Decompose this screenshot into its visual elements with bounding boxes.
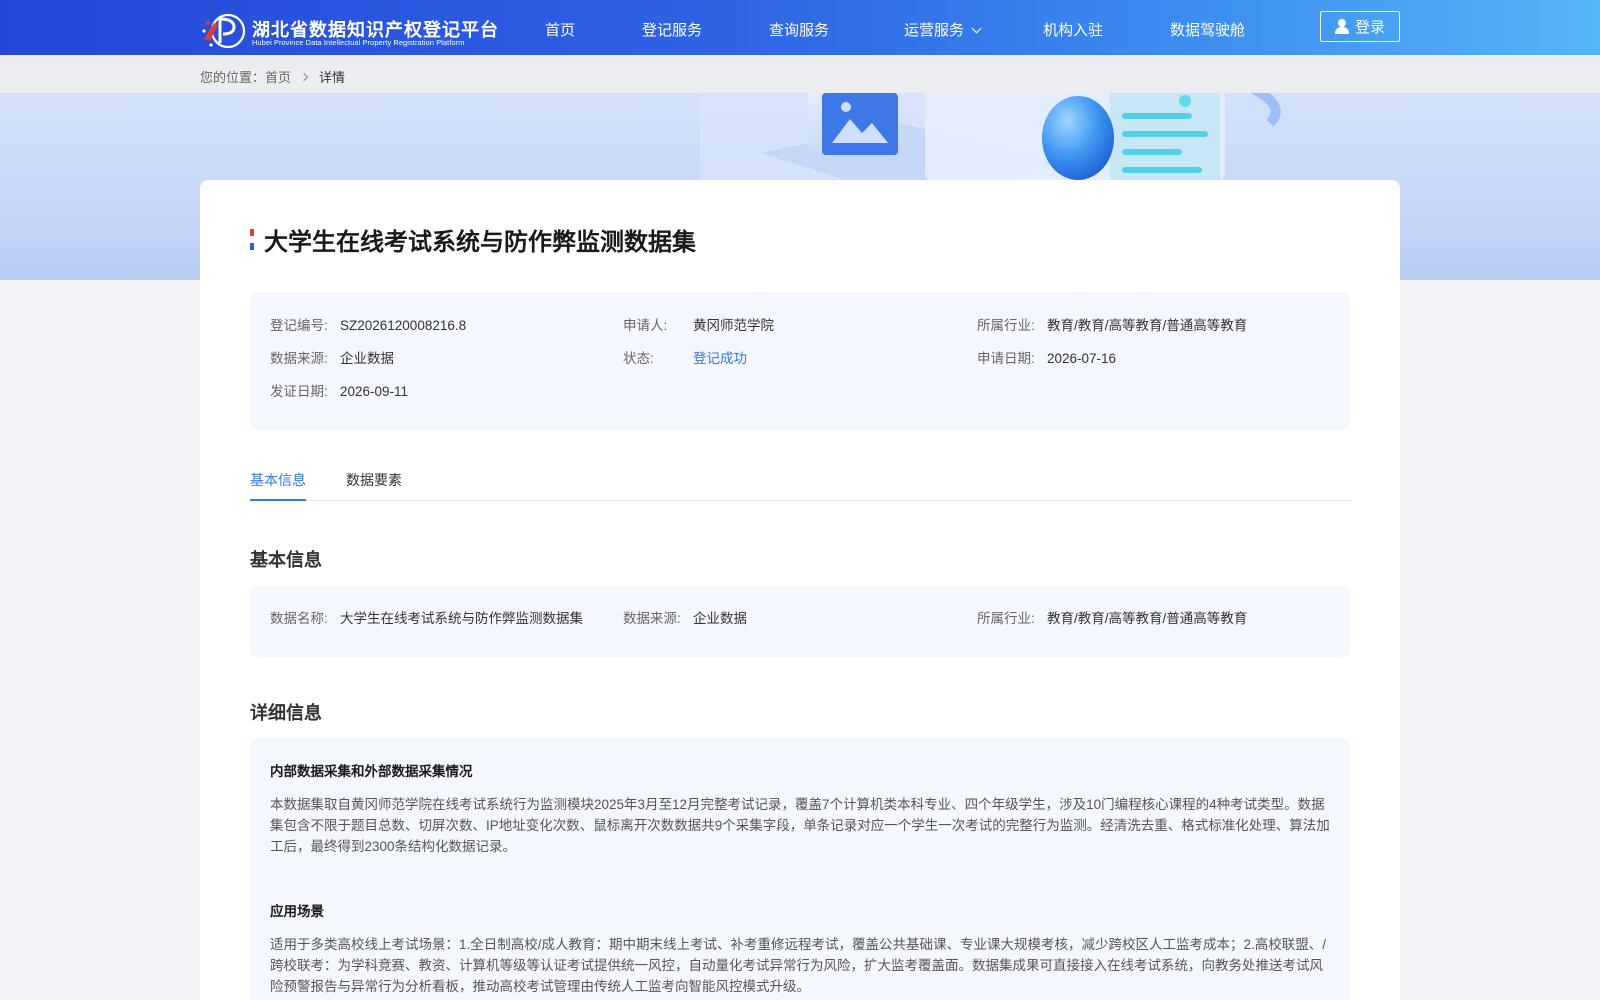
summary-box: 登记编号: SZ2026120008216.8 申请人: 黄冈师范学院 所属行业: 教… xyxy=(250,292,1350,430)
breadcrumb-current: 详情 xyxy=(319,70,346,85)
field-data-source: 数据来源: 企业数据 xyxy=(623,607,747,627)
field-source: 数据来源: 企业数据 xyxy=(270,347,394,367)
chevron-right-icon xyxy=(299,72,309,81)
nav-operation-service-label: 运营服务 xyxy=(904,22,965,39)
top-header: 湖北省数据知识产权登记平台 Hubei Province Data Intell… xyxy=(0,0,1600,55)
field-value: 教育/教育/高等教育/普通高等教育 xyxy=(1047,318,1248,333)
field-value: 黄冈师范学院 xyxy=(693,318,774,333)
field-label: 申请人: xyxy=(623,318,668,333)
field-label: 所属行业: xyxy=(977,318,1035,333)
breadcrumb-bar: 您的位置： 首页 详情 xyxy=(0,55,1600,93)
title-row: 大学生在线考试系统与防作弊监测数据集 xyxy=(250,222,696,257)
field-status: 状态: 登记成功 xyxy=(623,347,747,367)
field-reg-no: 登记编号: SZ2026120008216.8 xyxy=(270,314,466,334)
user-icon xyxy=(1334,19,1349,34)
field-value: 2026-07-16 xyxy=(1047,351,1117,366)
tab-data-elements[interactable]: 数据要素 xyxy=(346,470,402,501)
nav-data-cockpit[interactable]: 数据驾驶舱 xyxy=(1170,19,1245,40)
nav-operation-service[interactable]: 运营服务 xyxy=(904,19,982,40)
nav-home[interactable]: 首页 xyxy=(545,19,575,40)
field-label: 发证日期: xyxy=(270,384,328,399)
field-value: 企业数据 xyxy=(340,351,394,366)
section-title-basic: 基本信息 xyxy=(250,550,322,570)
field-value: 2026-09-11 xyxy=(340,384,409,399)
nav-query-service[interactable]: 查询服务 xyxy=(769,19,829,40)
field-data-industry: 所属行业: 教育/教育/高等教育/普通高等教育 xyxy=(977,607,1247,627)
breadcrumb-prefix: 您的位置： xyxy=(200,70,266,85)
login-label: 登录 xyxy=(1354,19,1385,36)
field-label: 状态: xyxy=(623,351,654,366)
chevron-down-icon xyxy=(971,23,982,34)
field-apply-date: 申请日期: 2026-07-16 xyxy=(977,347,1116,367)
collection-text: 本数据集取自黄冈师范学院在线考试系统行为监测模块2025年3月至12月完整考试记… xyxy=(270,797,1330,854)
field-label: 登记编号: xyxy=(270,318,328,333)
field-data-name: 数据名称: 大学生在线考试系统与防作弊监测数据集 xyxy=(270,607,583,627)
field-label: 数据来源: xyxy=(270,351,328,366)
field-industry: 所属行业: 教育/教育/高等教育/普通高等教育 xyxy=(977,314,1247,334)
field-value: 教育/教育/高等教育/普通高等教育 xyxy=(1047,611,1248,626)
tab-basic-info[interactable]: 基本信息 xyxy=(250,470,306,501)
detail-card: 大学生在线考试系统与防作弊监测数据集 登记编号: SZ2026120008216.… xyxy=(200,180,1400,1000)
detail-info-box: 内部数据采集和外部数据采集情况 本数据集取自黄冈师范学院在线考试系统行为监测模块… xyxy=(250,738,1350,1000)
platform-logo[interactable]: 湖北省数据知识产权登记平台 Hubei Province Data Intell… xyxy=(200,13,500,49)
field-value: 大学生在线考试系统与防作弊监测数据集 xyxy=(340,611,583,626)
field-value: 企业数据 xyxy=(693,611,747,626)
field-label: 所属行业: xyxy=(977,611,1035,626)
field-value: SZ2026120008216.8 xyxy=(340,318,467,333)
nav-institution-entry[interactable]: 机构入驻 xyxy=(1043,19,1103,40)
field-label: 数据名称: xyxy=(270,611,328,626)
logo-subtitle: Hubei Province Data Intellectual Propert… xyxy=(252,38,465,47)
scenario-heading: 应用场景 xyxy=(270,904,324,919)
field-label: 数据来源: xyxy=(623,611,681,626)
section-title-detail: 详细信息 xyxy=(250,703,322,723)
status-badge: 登记成功 xyxy=(693,351,747,366)
logo-emblem-icon xyxy=(202,13,246,49)
collection-heading: 内部数据采集和外部数据采集情况 xyxy=(270,764,473,779)
page-title: 大学生在线考试系统与防作弊监测数据集 xyxy=(264,229,696,256)
login-button[interactable]: 登录 xyxy=(1320,11,1400,42)
basic-info-box: 数据名称: 大学生在线考试系统与防作弊监测数据集 数据来源: 企业数据 所属行业: 教… xyxy=(250,585,1350,657)
nav-registration-service[interactable]: 登记服务 xyxy=(642,19,702,40)
field-label: 申请日期: xyxy=(977,351,1035,366)
detail-tabs: 基本信息 数据要素 xyxy=(250,470,1350,501)
breadcrumb: 您的位置： 首页 详情 xyxy=(200,67,345,86)
field-issue-date: 发证日期: 2026-09-11 xyxy=(270,380,408,400)
title-marker-icon xyxy=(250,228,254,251)
breadcrumb-home-link[interactable]: 首页 xyxy=(265,67,291,86)
scenario-text: 适用于多类高校线上考试场景：1.全日制高校/成人教育：期中期末线上考试、补考重修… xyxy=(270,937,1327,994)
field-applicant: 申请人: 黄冈师范学院 xyxy=(623,314,774,334)
